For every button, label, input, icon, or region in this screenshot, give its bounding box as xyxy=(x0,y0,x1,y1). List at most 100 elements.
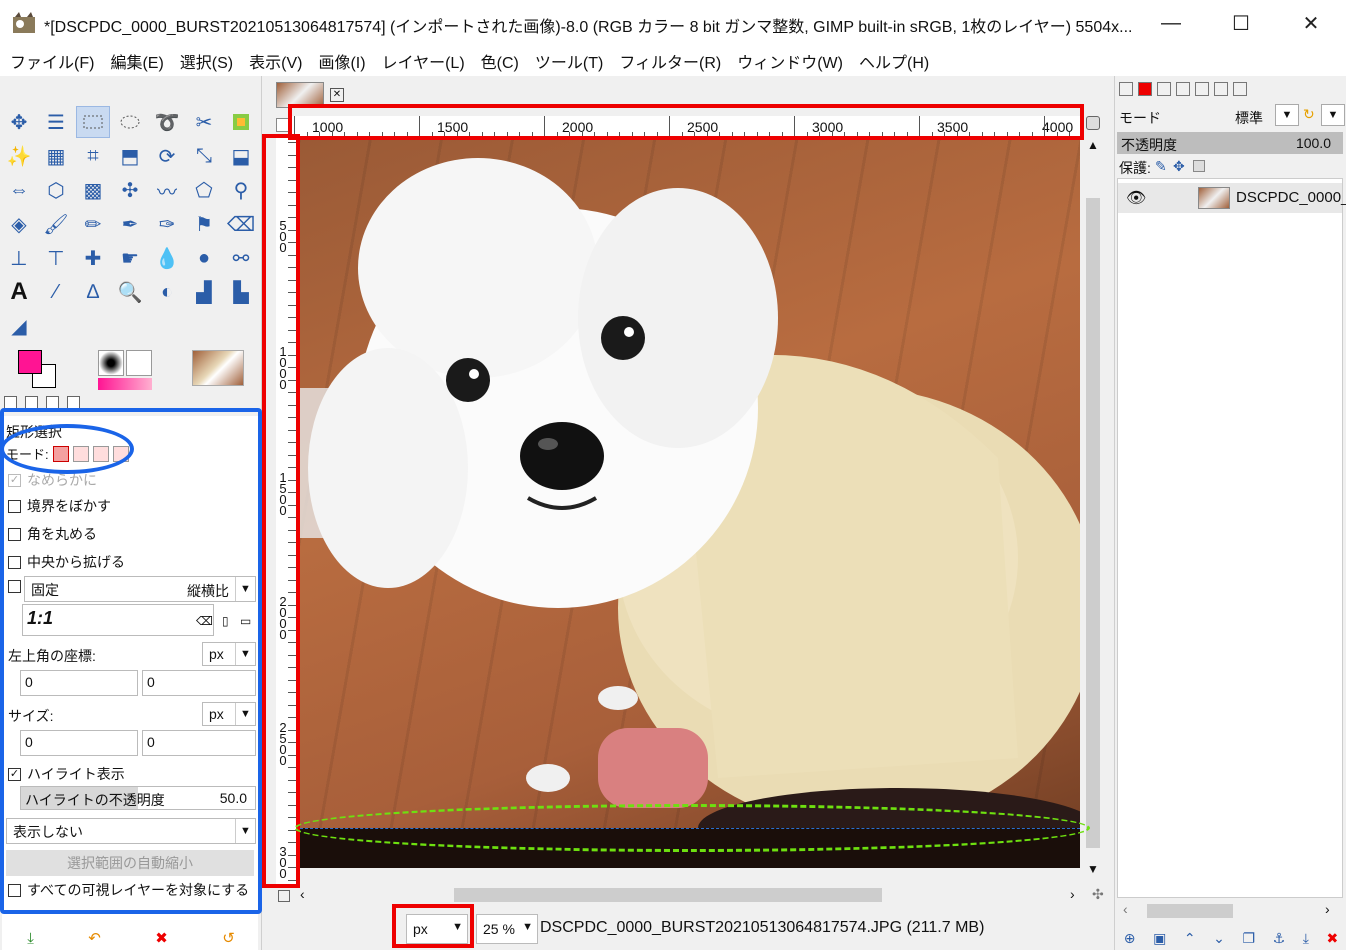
menu-windows[interactable]: ウィンドウ(W) xyxy=(737,49,843,73)
align-tool-icon[interactable]: ☰ xyxy=(39,106,73,138)
foreground-select-tool-icon[interactable] xyxy=(224,106,258,138)
zoom-tool-icon[interactable]: 🔍 xyxy=(113,276,147,308)
threshold-tool-icon[interactable]: ◐ xyxy=(150,276,184,308)
perspective-clone-tool-icon[interactable]: ⊤ xyxy=(39,242,73,274)
reset-options-icon[interactable]: ↺ xyxy=(222,929,235,947)
layer-item[interactable]: 👁 DSCPDC_0000_E xyxy=(1118,183,1346,213)
rect-select-tool-icon[interactable] xyxy=(76,106,110,138)
lock-pixels-icon[interactable]: ✎ xyxy=(1155,158,1167,175)
scroll-right-icon[interactable]: › xyxy=(1070,886,1075,902)
eye-icon[interactable]: 👁 xyxy=(1126,188,1146,208)
quick-mask-toggle-icon[interactable] xyxy=(278,890,290,902)
switch-mode-icon[interactable]: ↻ xyxy=(1303,106,1315,123)
active-image-preview[interactable] xyxy=(192,350,244,386)
menu-image[interactable]: 画像(I) xyxy=(318,49,365,73)
ellipse-select-tool-icon[interactable] xyxy=(113,106,147,138)
color-select-tool-icon[interactable]: ▦ xyxy=(39,140,73,172)
lock-alpha-icon[interactable] xyxy=(1193,160,1205,172)
layer-opacity-slider[interactable]: 不透明度 100.0 xyxy=(1117,132,1343,154)
lasso-tool-icon[interactable]: ➰ xyxy=(150,106,184,138)
menu-tools[interactable]: ツール(T) xyxy=(535,49,603,73)
paintbrush-tool-icon[interactable]: 🖌 xyxy=(39,208,73,240)
heal-tool-icon[interactable]: ✚ xyxy=(76,242,110,274)
fg-bg-color-selector[interactable] xyxy=(18,350,64,390)
menu-view[interactable]: 表示(V) xyxy=(249,49,302,73)
chevron-down-icon[interactable]: ▼ xyxy=(1275,104,1299,126)
zoom-dropdown[interactable]: 25 % ▼ xyxy=(476,914,538,944)
brushes-tab-icon[interactable] xyxy=(1176,82,1190,96)
gradient-tool-icon[interactable]: ◢ xyxy=(2,310,36,342)
chevron-down-icon[interactable]: ▼ xyxy=(1321,104,1345,126)
scroll-right-icon[interactable]: › xyxy=(1325,901,1330,917)
brush-preview[interactable] xyxy=(98,350,124,376)
warp-transform-tool-icon[interactable]: 〰 xyxy=(150,174,184,206)
scroll-left-icon[interactable]: ‹ xyxy=(1123,901,1128,917)
gimp-app-icon[interactable] xyxy=(11,11,37,35)
curves-tool-icon[interactable]: ▙ xyxy=(224,276,258,308)
handle-transform-tool-icon[interactable]: ✣ xyxy=(113,174,147,206)
layers-scroll-thumb[interactable] xyxy=(1147,904,1233,918)
restore-options-icon[interactable]: ↶ xyxy=(88,929,101,947)
horizontal-scroll-thumb[interactable] xyxy=(454,888,882,902)
navigate-icon[interactable]: ✣ xyxy=(1092,886,1104,903)
pencil-tool-icon[interactable]: ✏ xyxy=(76,208,110,240)
menu-edit[interactable]: 編集(E) xyxy=(110,49,163,73)
measure-tool-icon[interactable]: ∆ xyxy=(76,276,110,308)
lock-position-icon[interactable]: ✥ xyxy=(1173,158,1185,175)
patterns-tab-icon[interactable] xyxy=(1195,82,1209,96)
crop-tool-icon[interactable]: ⌗ xyxy=(76,140,110,172)
vertical-scrollbar[interactable]: ▲ ▼ xyxy=(1082,138,1104,886)
merge-layer-icon[interactable]: ⤓ xyxy=(1303,930,1309,947)
text-tool-icon[interactable]: A xyxy=(2,276,36,308)
unified-transform-tool-icon[interactable]: ⬒ xyxy=(113,140,147,172)
histogram-tab-icon[interactable] xyxy=(1233,82,1247,96)
eraser-tool-icon[interactable]: ⌫ xyxy=(224,208,258,240)
pointer-tab-icon[interactable] xyxy=(1214,82,1228,96)
perspective-tool-icon[interactable]: ⬡ xyxy=(39,174,73,206)
fuzzy-select-tool-icon[interactable]: ✨ xyxy=(2,140,36,172)
vertical-scroll-thumb[interactable] xyxy=(1086,198,1100,848)
layer-name[interactable]: DSCPDC_0000_E xyxy=(1236,189,1346,206)
dodge-burn-tool-icon[interactable]: ● xyxy=(187,242,221,274)
scale-tool-icon[interactable]: ⤡ xyxy=(187,140,221,172)
bucket-fill-tool-icon[interactable]: ◈ xyxy=(2,208,36,240)
shear-tool-icon[interactable]: ⬓ xyxy=(224,140,258,172)
lower-layer-icon[interactable]: ⌄ xyxy=(1213,930,1225,947)
menu-help[interactable]: ヘルプ(H) xyxy=(859,49,929,73)
anchor-layer-icon[interactable]: ⚓ xyxy=(1273,930,1286,947)
scroll-up-icon[interactable]: ▲ xyxy=(1087,138,1099,152)
new-layer-group-icon[interactable]: ▣ xyxy=(1153,930,1166,947)
layers-horizontal-scrollbar[interactable]: ‹ › xyxy=(1117,900,1343,922)
close-button[interactable]: ✕ xyxy=(1276,0,1346,46)
menu-filters[interactable]: フィルター(R) xyxy=(619,49,721,73)
delete-options-icon[interactable]: ✖ xyxy=(155,929,168,947)
minimize-button[interactable]: — xyxy=(1136,0,1206,46)
paths-tool-icon[interactable]: ⚯ xyxy=(224,242,258,274)
mypaint-brush-tool-icon[interactable]: ⚑ xyxy=(187,208,221,240)
menu-file[interactable]: ファイル(F) xyxy=(10,49,94,73)
save-options-icon[interactable]: ⤓ xyxy=(27,930,34,947)
cage-transform-tool-icon[interactable]: ⬠ xyxy=(187,174,221,206)
horizontal-scrollbar[interactable]: ‹ › xyxy=(298,884,1082,906)
levels-tool-icon[interactable]: ▟ xyxy=(187,276,221,308)
menu-colors[interactable]: 色(C) xyxy=(481,49,519,73)
menu-layer[interactable]: レイヤー(L) xyxy=(382,49,465,73)
ink-tool-icon[interactable]: ✑ xyxy=(150,208,184,240)
channels-tab-icon[interactable] xyxy=(1138,82,1152,96)
scroll-down-icon[interactable]: ▼ xyxy=(1087,862,1099,876)
guide-line[interactable] xyxy=(300,828,1080,829)
color-picker-tool-icon[interactable]: ⁄ xyxy=(39,276,73,308)
rotate-tool-icon[interactable]: ⟳ xyxy=(150,140,184,172)
blur-tool-icon[interactable]: 💧 xyxy=(150,242,184,274)
pattern-preview[interactable] xyxy=(126,350,152,376)
new-layer-icon[interactable]: ⊕ xyxy=(1124,930,1136,947)
zoom-fit-icon[interactable] xyxy=(1086,116,1100,130)
delete-layer-icon[interactable]: ✖ xyxy=(1326,930,1338,947)
foreground-color-swatch[interactable] xyxy=(18,350,42,374)
paths-link-tool-icon[interactable]: ⚲ xyxy=(224,174,258,206)
scissors-tool-icon[interactable]: ✂ xyxy=(187,106,221,138)
brush-pattern-gradient-preview[interactable] xyxy=(98,350,154,390)
gradient-preview[interactable] xyxy=(98,378,152,390)
flip-tool-icon[interactable]: ⇔ xyxy=(2,174,36,206)
image-canvas[interactable] xyxy=(298,138,1080,868)
